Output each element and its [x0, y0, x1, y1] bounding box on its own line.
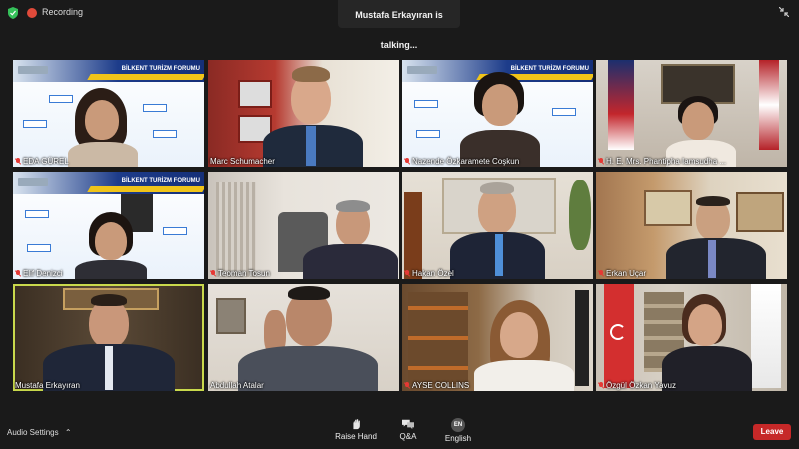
- participant-name: EDA GÜREL: [15, 157, 69, 166]
- participant-name: Nazende Özkaramete Coşkun: [404, 157, 519, 166]
- video-grid: BİLKENT TURİZM FORUMU EDA GÜREL Marc Sch…: [13, 60, 790, 391]
- participant-name: Abdullah Atalar: [210, 381, 264, 390]
- active-speaker-banner: Mustafa Erkayıran is talking...: [338, 0, 460, 50]
- video-tile[interactable]: BİLKENT TURİZM FORUMU EDA GÜREL: [13, 60, 204, 167]
- participant-name: Elif Denizci: [15, 269, 63, 278]
- participant-name: Mustafa Erkayıran: [15, 381, 80, 390]
- video-tile[interactable]: BİLKENT TURİZM FORUMU Elif Denizci: [13, 172, 204, 279]
- raise-hand-label: Raise Hand: [335, 432, 377, 441]
- top-bar: Recording Mustafa Erkayıran is talking..…: [0, 0, 799, 50]
- chevron-up-icon: ⌃: [64, 428, 72, 437]
- video-tile[interactable]: Hakan Özel: [402, 172, 593, 279]
- muted-mic-icon: [404, 158, 410, 165]
- plant: [569, 180, 591, 250]
- video-tile-active-speaker[interactable]: Mustafa Erkayıran: [13, 284, 204, 391]
- security-shield-icon[interactable]: [8, 7, 18, 19]
- video-tile[interactable]: Erkan Uçar: [596, 172, 787, 279]
- qa-button[interactable]: Q&A: [383, 418, 433, 441]
- muted-mic-icon: [404, 270, 410, 277]
- participant-name: Marc Schumacher: [210, 157, 275, 166]
- recording-dot-icon: [27, 8, 37, 18]
- language-label: English: [444, 434, 472, 443]
- participant-name: H. E. Mrs. Phantipha Iamsudha ...: [598, 157, 726, 166]
- raise-hand-button[interactable]: Raise Hand: [331, 418, 381, 441]
- framed-picture: [736, 192, 784, 232]
- muted-mic-icon: [404, 382, 410, 389]
- framed-picture: [216, 298, 246, 334]
- forum-banner-text: BİLKENT TURİZM FORUMU: [121, 178, 200, 184]
- video-tile[interactable]: Teoman Tosun: [208, 172, 399, 279]
- video-tile[interactable]: BİLKENT TURİZM FORUMU Nazende Özkaramete…: [402, 60, 593, 167]
- qa-label: Q&A: [399, 432, 417, 441]
- language-button[interactable]: EN English: [433, 418, 483, 443]
- participant-name: Erkan Uçar: [598, 269, 646, 278]
- window-blinds: [216, 182, 256, 277]
- forum-banner-text: BİLKENT TURİZM FORUMU: [121, 66, 200, 72]
- language-badge-icon: EN: [451, 418, 465, 432]
- video-tile[interactable]: AYSE COLLINS: [402, 284, 593, 391]
- participant-name: Teoman Tosun: [210, 269, 270, 278]
- institution-flag: [751, 284, 781, 388]
- participant-name: Özgül Özkan Yavuz: [598, 381, 676, 390]
- university-logo: [18, 66, 48, 74]
- video-tile[interactable]: H. E. Mrs. Phantipha Iamsudha ...: [596, 60, 787, 167]
- participant-name: Hakan Özel: [404, 269, 454, 278]
- muted-mic-icon: [15, 158, 21, 165]
- muted-mic-icon: [210, 270, 216, 277]
- flag: [759, 60, 779, 150]
- recording-label: Recording: [42, 7, 84, 17]
- participant-name: AYSE COLLINS: [404, 381, 469, 390]
- university-logo: [407, 66, 437, 74]
- exit-fullscreen-icon[interactable]: [779, 7, 789, 17]
- muted-mic-icon: [598, 270, 604, 277]
- qa-icon: [402, 419, 414, 430]
- muted-mic-icon: [598, 158, 604, 165]
- muted-mic-icon: [15, 270, 21, 277]
- video-tile[interactable]: Abdullah Atalar: [208, 284, 399, 391]
- bookshelf: [408, 292, 468, 384]
- leave-button[interactable]: Leave: [753, 424, 791, 440]
- forum-banner-text: BİLKENT TURİZM FORUMU: [510, 66, 589, 72]
- notice-board: [644, 190, 692, 226]
- raise-hand-icon: [353, 419, 360, 430]
- video-tile[interactable]: Marc Schumacher: [208, 60, 399, 167]
- university-logo: [18, 178, 48, 186]
- flag: [608, 60, 634, 150]
- video-tile[interactable]: Özgül Özkan Yavuz: [596, 284, 787, 391]
- audio-settings-button[interactable]: Audio Settings ⌃: [7, 428, 72, 437]
- muted-mic-icon: [598, 382, 604, 389]
